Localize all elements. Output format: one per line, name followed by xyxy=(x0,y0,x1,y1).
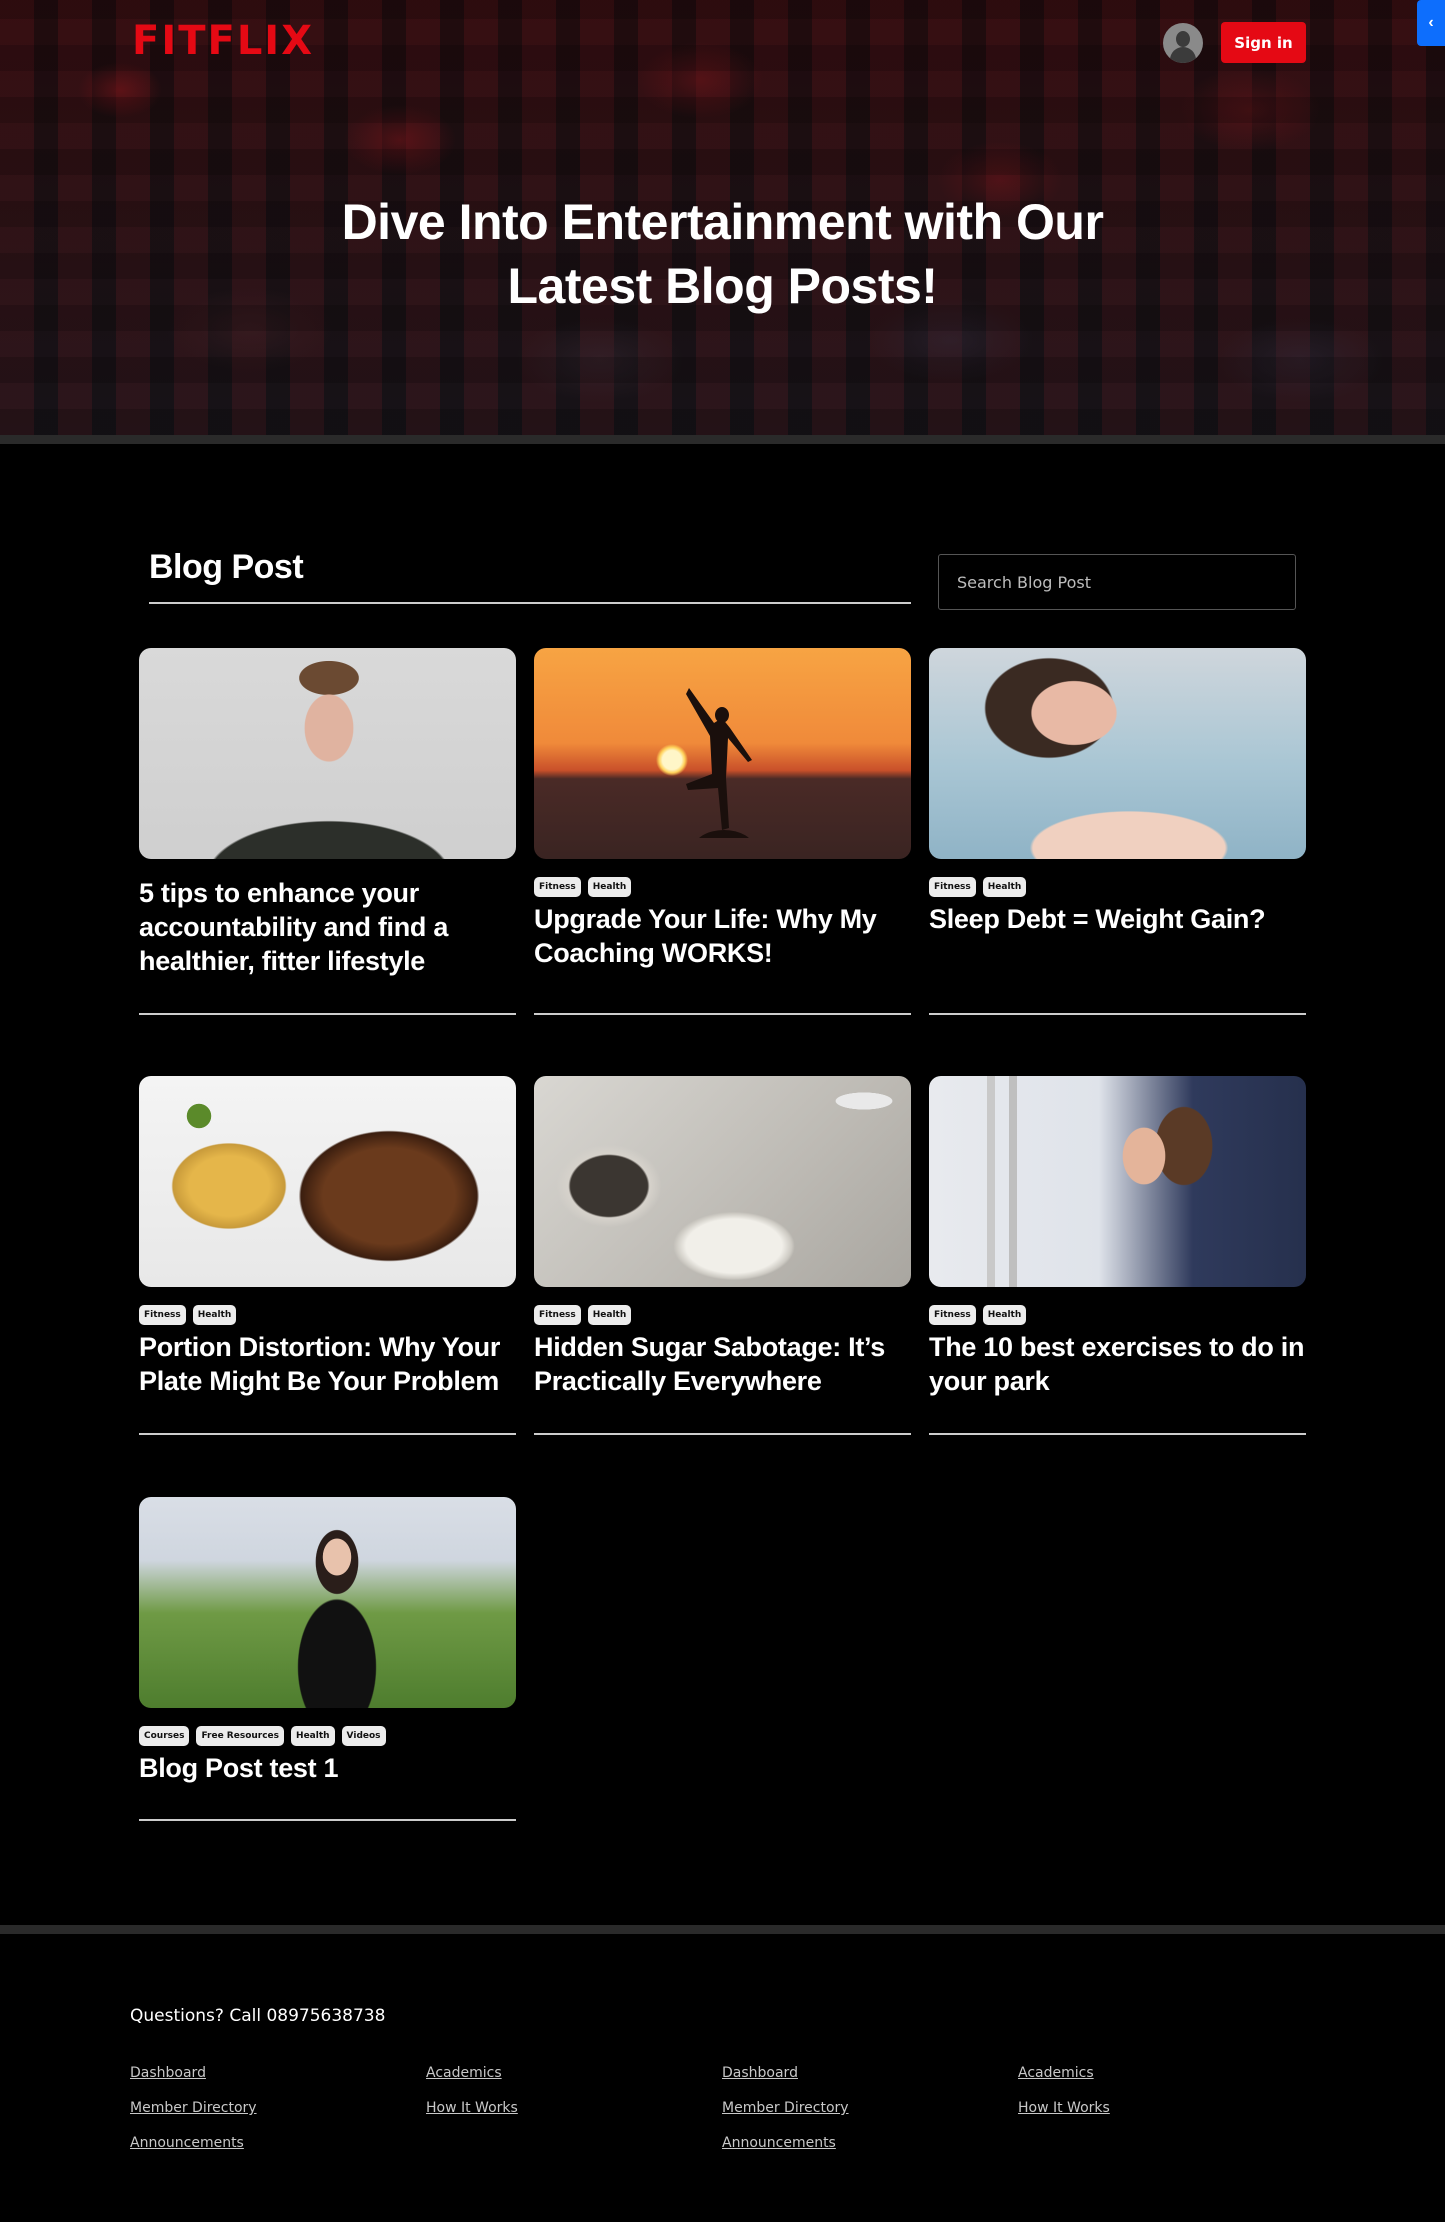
tag-list: Fitness Health xyxy=(139,1305,516,1326)
footer-link-announcements[interactable]: Announcements xyxy=(722,2134,1018,2152)
post-image-sunset-silhouette[interactable] xyxy=(534,648,911,859)
post-image-man-portrait[interactable] xyxy=(139,648,516,859)
hero-title-line-2: Latest Blog Posts! xyxy=(507,258,938,314)
footer-link-dashboard[interactable]: Dashboard xyxy=(722,2064,1018,2082)
footer-column-3: Dashboard Member Directory Announcements xyxy=(722,2064,1018,2152)
hero-title-line-1: Dive Into Entertainment with Our xyxy=(341,194,1104,250)
card-divider xyxy=(534,1013,911,1015)
blog-card[interactable]: Fitness Health Hidden Sugar Sabotage: It… xyxy=(534,1076,911,1435)
post-title[interactable]: The 10 best exercises to do in your park xyxy=(929,1330,1306,1398)
tag-fitness[interactable]: Fitness xyxy=(534,1305,581,1325)
tag-health[interactable]: Health xyxy=(587,877,632,897)
tag-list: Fitness Health xyxy=(534,877,911,898)
tag-list: Fitness Health xyxy=(929,1305,1306,1326)
tag-health[interactable]: Health xyxy=(982,877,1027,897)
footer-link-academics[interactable]: Academics xyxy=(1018,2064,1314,2082)
card-divider xyxy=(929,1433,1306,1435)
hero-divider xyxy=(0,435,1445,444)
post-image-woman-gym-machine[interactable] xyxy=(929,1076,1306,1287)
search-blog-input[interactable] xyxy=(938,554,1296,610)
footer-link-member-directory[interactable]: Member Directory xyxy=(130,2099,426,2117)
blog-section-header: Blog Post xyxy=(149,548,911,604)
footer-divider xyxy=(0,1925,1445,1934)
footer-link-academics[interactable]: Academics xyxy=(426,2064,722,2082)
tag-fitness[interactable]: Fitness xyxy=(929,877,976,897)
blog-card[interactable]: Fitness Health Portion Distortion: Why Y… xyxy=(139,1076,516,1435)
chevron-left-icon[interactable]: ‹ xyxy=(1417,0,1445,46)
footer-contact-text: Questions? Call 08975638738 xyxy=(130,2006,386,2026)
hero-banner: FITFLIX Sign in ‹ Dive Into Entertainmen… xyxy=(0,0,1445,435)
post-image-woman-meditating[interactable] xyxy=(139,1497,516,1708)
card-divider xyxy=(139,1433,516,1435)
post-title[interactable]: 5 tips to enhance your accountability an… xyxy=(139,876,516,978)
hero-title: Dive Into Entertainment with Our Latest … xyxy=(0,190,1445,318)
blog-heading: Blog Post xyxy=(149,548,304,586)
user-avatar-icon[interactable] xyxy=(1163,23,1203,63)
footer-column-1: Dashboard Member Directory Announcements xyxy=(130,2064,426,2152)
tag-list: Courses Free Resources Health Videos xyxy=(139,1726,516,1747)
post-title[interactable]: Blog Post test 1 xyxy=(139,1751,516,1785)
tag-list: Fitness Health xyxy=(929,877,1306,898)
footer-link-member-directory[interactable]: Member Directory xyxy=(722,2099,1018,2117)
tag-health[interactable]: Health xyxy=(982,1305,1027,1325)
footer-column-2: Academics How It Works xyxy=(426,2064,722,2152)
blog-card[interactable]: Fitness Health Upgrade Your Life: Why My… xyxy=(534,648,911,1015)
post-image-roast-chicken-plate[interactable] xyxy=(139,1076,516,1287)
tag-list: Fitness Health xyxy=(534,1305,911,1326)
sign-in-button[interactable]: Sign in xyxy=(1221,22,1306,63)
blog-card[interactable]: Fitness Health Sleep Debt = Weight Gain? xyxy=(929,648,1306,1015)
post-title[interactable]: Upgrade Your Life: Why My Coaching WORKS… xyxy=(534,902,911,970)
card-divider xyxy=(534,1433,911,1435)
blog-card[interactable]: 5 tips to enhance your accountability an… xyxy=(139,648,516,1015)
tag-health[interactable]: Health xyxy=(291,1726,335,1746)
tag-fitness[interactable]: Fitness xyxy=(139,1305,186,1325)
post-image-sugar-spoon-cups[interactable] xyxy=(534,1076,911,1287)
footer-link-dashboard[interactable]: Dashboard xyxy=(130,2064,426,2082)
post-image-woman-sleeping[interactable] xyxy=(929,648,1306,859)
footer-link-columns: Dashboard Member Directory Announcements… xyxy=(130,2064,1314,2152)
blog-card[interactable]: Courses Free Resources Health Videos Blo… xyxy=(139,1497,516,1821)
post-title[interactable]: Hidden Sugar Sabotage: It’s Practically … xyxy=(534,1330,911,1398)
card-divider xyxy=(929,1013,1306,1015)
tag-courses[interactable]: Courses xyxy=(139,1726,190,1746)
tag-fitness[interactable]: Fitness xyxy=(929,1305,976,1325)
footer-link-announcements[interactable]: Announcements xyxy=(130,2134,426,2152)
tag-health[interactable]: Health xyxy=(192,1305,237,1325)
footer-link-how-it-works[interactable]: How It Works xyxy=(1018,2099,1314,2117)
card-divider xyxy=(139,1013,516,1015)
card-divider xyxy=(139,1819,516,1821)
fitflix-logo[interactable]: FITFLIX xyxy=(132,18,314,64)
tag-free-resources[interactable]: Free Resources xyxy=(196,1726,285,1746)
post-title[interactable]: Sleep Debt = Weight Gain? xyxy=(929,902,1306,936)
tag-health[interactable]: Health xyxy=(587,1305,632,1325)
tag-fitness[interactable]: Fitness xyxy=(534,877,581,897)
silhouette-figure xyxy=(686,688,752,838)
blog-card[interactable]: Fitness Health The 10 best exercises to … xyxy=(929,1076,1306,1435)
tag-videos[interactable]: Videos xyxy=(341,1726,386,1746)
footer-column-4: Academics How It Works xyxy=(1018,2064,1314,2152)
post-title[interactable]: Portion Distortion: Why Your Plate Might… xyxy=(139,1330,516,1398)
footer-link-how-it-works[interactable]: How It Works xyxy=(426,2099,722,2117)
